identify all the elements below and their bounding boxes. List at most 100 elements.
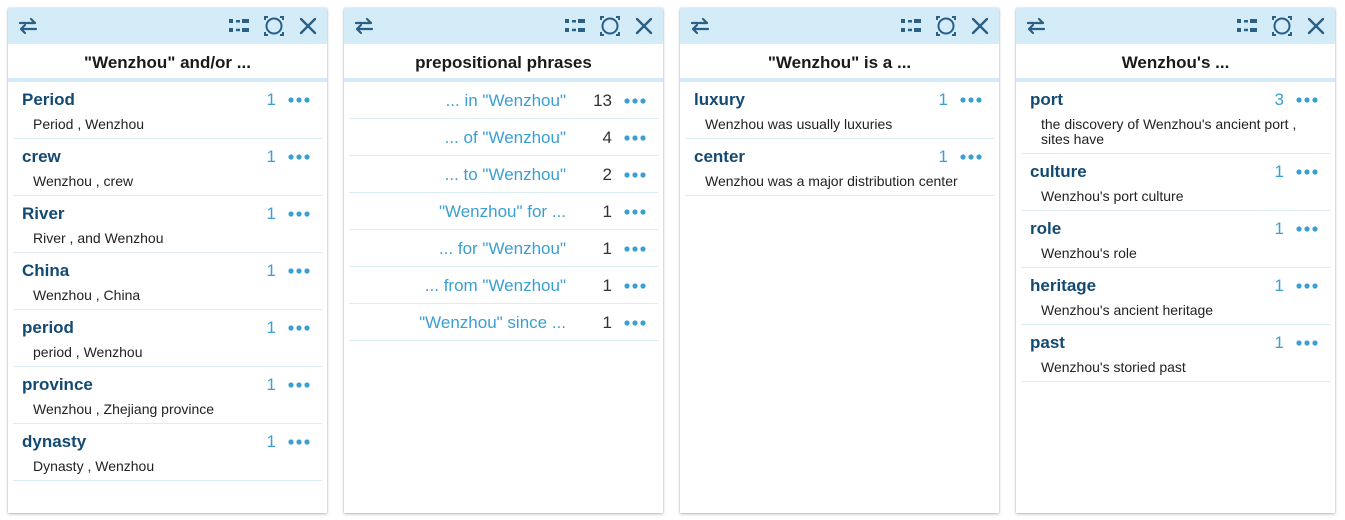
list-view-icon[interactable] [227,14,251,38]
panel-toolbar [8,8,327,44]
list-item[interactable]: crew 1 Wenzhou , crew [13,139,322,196]
list-item[interactable]: dynasty 1 Dynasty , Wenzhou [13,424,322,481]
more-dots-icon[interactable] [620,313,650,333]
panel-title: Wenzhou's ... [1016,44,1335,82]
swap-arrows-icon[interactable] [688,14,712,38]
list-view-icon[interactable] [899,14,923,38]
more-dots-icon[interactable] [284,375,314,395]
list-item[interactable]: port 3 the discovery of Wenzhou's ancien… [1021,82,1330,154]
frequency-count: 2 [602,165,612,184]
panel-toolbar [344,8,663,44]
list-item[interactable]: "Wenzhou" for ... 1 [349,193,658,230]
example-text: Wenzhou , China [33,287,141,303]
panel-title: prepositional phrases [344,44,663,82]
phrase-label[interactable]: ... from "Wenzhou" [425,276,566,296]
more-dots-icon[interactable] [284,90,314,110]
example-text: Wenzhou was usually luxuries [705,116,893,132]
close-icon[interactable] [632,14,656,38]
frequency-count: 13 [593,91,612,110]
example-text: Wenzhou's port culture [1041,188,1184,204]
frequency-count: 1 [1274,162,1284,181]
frequency-count: 1 [1274,276,1284,295]
example-text: the discovery of Wenzhou's ancient port … [1041,116,1297,147]
list-view-icon[interactable] [1235,14,1259,38]
list-item[interactable]: luxury 1 Wenzhou was usually luxuries [685,82,994,139]
list-item[interactable]: ... from "Wenzhou" 1 [349,267,658,304]
list-item[interactable]: Period 1 Period , Wenzhou [13,82,322,139]
phrase-list: ... in "Wenzhou" 13 ... of "Wenzhou" 4 .… [344,82,663,341]
list-item[interactable]: River 1 River , and Wenzhou [13,196,322,253]
more-dots-icon[interactable] [620,91,650,111]
more-dots-icon[interactable] [1292,219,1322,239]
example-text: Wenzhou's ancient heritage [1041,302,1214,318]
swap-arrows-icon[interactable] [16,14,40,38]
frequency-count: 1 [938,147,948,166]
list-view-icon[interactable] [563,14,587,38]
phrase-label[interactable]: "Wenzhou" for ... [439,202,566,222]
more-dots-icon[interactable] [620,128,650,148]
frequency-count: 1 [266,204,276,223]
list-item[interactable]: heritage 1 Wenzhou's ancient heritage [1021,268,1330,325]
list-item[interactable]: ... in "Wenzhou" 13 [349,82,658,119]
list-item[interactable]: ... of "Wenzhou" 4 [349,119,658,156]
more-dots-icon[interactable] [1292,90,1322,110]
close-icon[interactable] [1304,14,1328,38]
example-text: Wenzhou's storied past [1041,359,1186,375]
more-dots-icon[interactable] [956,90,986,110]
focus-icon[interactable] [262,14,286,38]
panel-title: "Wenzhou" and/or ... [8,44,327,82]
frequency-count: 1 [266,90,276,109]
frequency-count: 1 [602,313,612,332]
frequency-count: 3 [1274,90,1284,109]
focus-icon[interactable] [934,14,958,38]
list-item[interactable]: province 1 Wenzhou , Zhejiang province [13,367,322,424]
example-text: Dynasty , Wenzhou [33,458,155,474]
focus-icon[interactable] [1270,14,1294,38]
more-dots-icon[interactable] [284,318,314,338]
phrase-label[interactable]: "Wenzhou" since ... [419,313,566,333]
close-icon[interactable] [968,14,992,38]
example-text: Wenzhou , Zhejiang province [33,401,215,417]
phrase-label[interactable]: ... for "Wenzhou" [439,239,566,259]
more-dots-icon[interactable] [1292,276,1322,296]
phrase-label[interactable]: ... of "Wenzhou" [445,128,566,148]
panel-toolbar [1016,8,1335,44]
list-item[interactable]: ... for "Wenzhou" 1 [349,230,658,267]
close-icon[interactable] [296,14,320,38]
example-text: Wenzhou , crew [33,173,134,189]
phrase-label[interactable]: ... in "Wenzhou" [446,91,566,111]
panel-title: "Wenzhou" is a ... [680,44,999,82]
list-item[interactable]: ... to "Wenzhou" 2 [349,156,658,193]
frequency-count: 1 [266,147,276,166]
more-dots-icon[interactable] [620,202,650,222]
more-dots-icon[interactable] [284,432,314,452]
panel-and-or: "Wenzhou" and/or ... Period 1 Period , W… [8,8,327,513]
more-dots-icon[interactable] [620,239,650,259]
frequency-count: 1 [266,375,276,394]
more-dots-icon[interactable] [1292,162,1322,182]
more-dots-icon[interactable] [284,147,314,167]
list-item[interactable]: China 1 Wenzhou , China [13,253,322,310]
example-text: Period , Wenzhou [33,116,145,132]
more-dots-icon[interactable] [284,261,314,281]
panel-possessive: Wenzhou's ... port 3 the discovery of We… [1016,8,1335,513]
collocation-list: Period 1 Period , Wenzhou crew 1 Wenzhou… [8,82,327,481]
list-item[interactable]: period 1 period , Wenzhou [13,310,322,367]
frequency-count: 1 [1274,333,1284,352]
frequency-count: 4 [602,128,612,147]
focus-icon[interactable] [598,14,622,38]
more-dots-icon[interactable] [620,276,650,296]
list-item[interactable]: center 1 Wenzhou was a major distributio… [685,139,994,196]
swap-arrows-icon[interactable] [352,14,376,38]
more-dots-icon[interactable] [1292,333,1322,353]
more-dots-icon[interactable] [284,204,314,224]
more-dots-icon[interactable] [956,147,986,167]
frequency-count: 1 [602,202,612,221]
more-dots-icon[interactable] [620,165,650,185]
list-item[interactable]: past 1 Wenzhou's storied past [1021,325,1330,382]
list-item[interactable]: role 1 Wenzhou's role [1021,211,1330,268]
list-item[interactable]: "Wenzhou" since ... 1 [349,304,658,341]
list-item[interactable]: culture 1 Wenzhou's port culture [1021,154,1330,211]
swap-arrows-icon[interactable] [1024,14,1048,38]
phrase-label[interactable]: ... to "Wenzhou" [445,165,566,185]
